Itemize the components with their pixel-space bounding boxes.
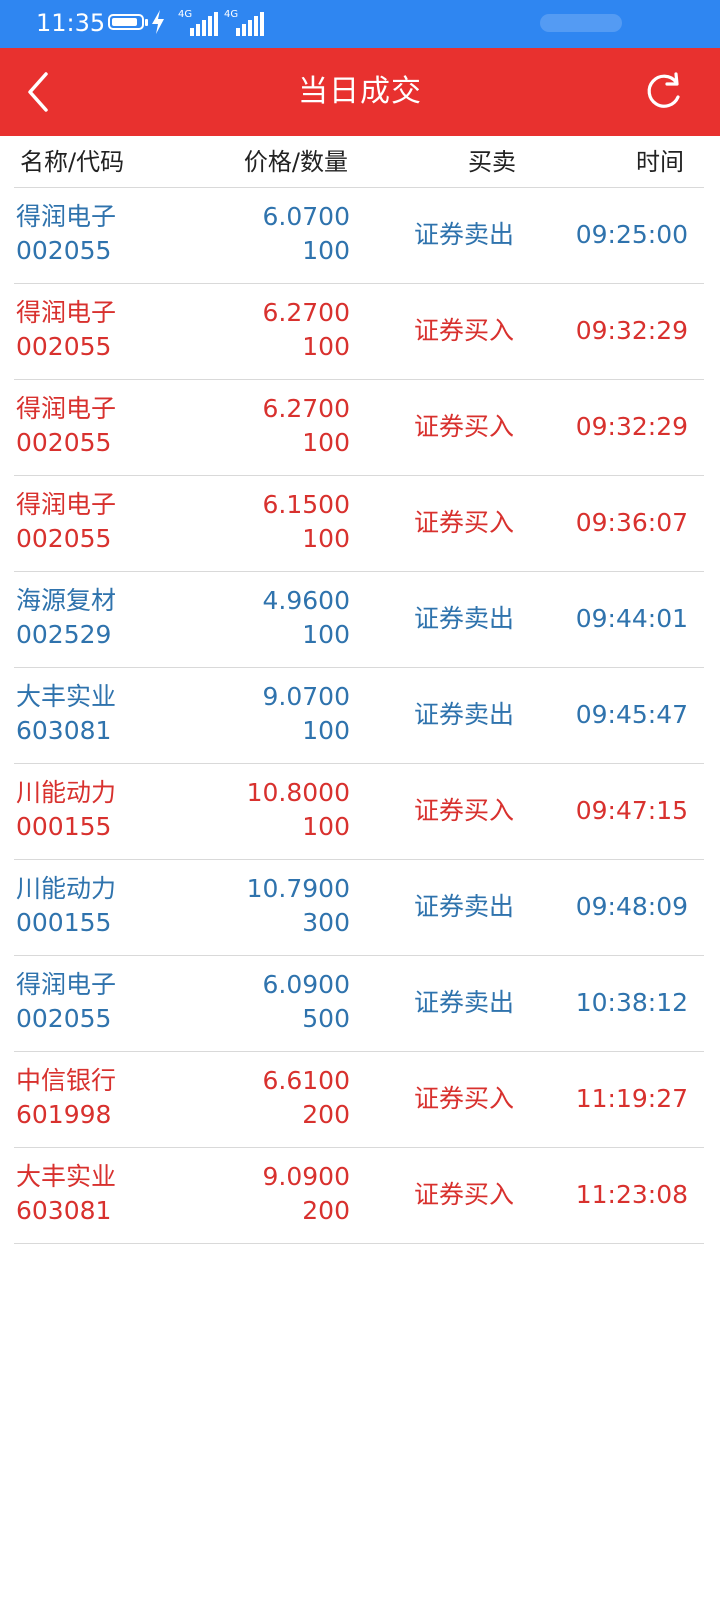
refresh-icon[interactable]: [642, 70, 686, 114]
trade-side: 证券买入: [414, 316, 515, 345]
notification-area: [540, 14, 622, 32]
column-time: 时间: [636, 148, 684, 176]
chevron-left-icon[interactable]: [18, 68, 66, 116]
trade-side: 证券买入: [414, 1084, 515, 1113]
stock-code: 603081: [16, 1196, 112, 1225]
trade-side: 证券卖出: [414, 220, 515, 249]
trade-side: 证券买入: [414, 508, 515, 537]
trade-row[interactable]: 大丰实业 603081 9.0700 100 证券卖出 09:45:47: [0, 668, 720, 764]
stock-name: 大丰实业: [16, 682, 117, 711]
status-bar: 11:35 4G 4G: [0, 0, 720, 48]
stock-code: 002529: [16, 620, 112, 649]
stock-code: 601998: [16, 1100, 112, 1129]
stock-code: 000155: [16, 908, 112, 937]
trade-quantity: 200: [302, 1100, 350, 1129]
trade-quantity: 500: [302, 1004, 350, 1033]
trade-row[interactable]: 川能动力 000155 10.7900 300 证券卖出 09:48:09: [0, 860, 720, 956]
trade-quantity: 100: [302, 620, 350, 649]
stock-code: 002055: [16, 332, 112, 361]
trade-price: 6.0700: [262, 202, 350, 231]
network-type: 4G: [178, 9, 193, 20]
stock-name: 大丰实业: [16, 1162, 117, 1191]
trade-time: 09:44:01: [575, 604, 688, 633]
trade-time: 11:23:08: [575, 1180, 688, 1209]
trade-price: 6.2700: [262, 394, 350, 423]
signal-icon: 4G: [178, 10, 226, 38]
trade-time: 09:25:00: [575, 220, 688, 249]
trade-side: 证券买入: [414, 796, 515, 825]
trade-side: 证券买入: [414, 412, 515, 441]
trade-row[interactable]: 得润电子 002055 6.2700 100 证券买入 09:32:29: [0, 380, 720, 476]
trade-price: 6.0900: [262, 970, 350, 999]
stock-name: 得润电子: [16, 394, 117, 423]
trade-quantity: 100: [302, 812, 350, 841]
battery-level: [112, 18, 138, 26]
app-header: 当日成交: [0, 48, 720, 136]
trade-time: 11:19:27: [575, 1084, 688, 1113]
trade-quantity: 100: [302, 524, 350, 553]
trade-quantity: 200: [302, 1196, 350, 1225]
stock-name: 中信银行: [16, 1066, 117, 1095]
trade-side: 证券卖出: [414, 988, 515, 1017]
trade-time: 09:32:29: [575, 412, 688, 441]
trade-price: 6.1500: [262, 490, 350, 519]
page-title: 当日成交: [298, 74, 422, 109]
stock-name: 川能动力: [16, 874, 117, 903]
stock-name: 得润电子: [16, 298, 117, 327]
trade-row[interactable]: 得润电子 002055 6.2700 100 证券买入 09:32:29: [0, 284, 720, 380]
trade-row[interactable]: 大丰实业 603081 9.0900 200 证券买入 11:23:08: [0, 1148, 720, 1244]
trade-side: 证券卖出: [414, 604, 515, 633]
trade-row[interactable]: 得润电子 002055 6.0700 100 证券卖出 09:25:00: [0, 188, 720, 284]
trade-price: 10.7900: [246, 874, 350, 903]
column-side: 买卖: [468, 148, 516, 176]
status-time: 11:35: [36, 9, 106, 37]
stock-code: 002055: [16, 236, 112, 265]
column-price-qty: 价格/数量: [243, 148, 348, 176]
trade-quantity: 100: [302, 236, 350, 265]
trade-row[interactable]: 海源复材 002529 4.9600 100 证券卖出 09:44:01: [0, 572, 720, 668]
stock-code: 603081: [16, 716, 112, 745]
trade-side: 证券卖出: [414, 700, 515, 729]
trade-quantity: 100: [302, 428, 350, 457]
trade-time: 10:38:12: [575, 988, 688, 1017]
stock-name: 得润电子: [16, 970, 117, 999]
signal-icon: 4G: [224, 10, 272, 38]
stock-name: 海源复材: [16, 586, 117, 615]
trade-price: 10.8000: [246, 778, 350, 807]
stock-name: 川能动力: [16, 778, 117, 807]
trade-time: 09:48:09: [575, 892, 688, 921]
stock-code: 000155: [16, 812, 112, 841]
trade-time: 09:47:15: [575, 796, 688, 825]
trade-quantity: 100: [302, 716, 350, 745]
charging-icon: [152, 10, 164, 34]
trade-row[interactable]: 得润电子 002055 6.1500 100 证券买入 09:36:07: [0, 476, 720, 572]
trade-time: 09:45:47: [575, 700, 688, 729]
stock-code: 002055: [16, 428, 112, 457]
trade-price: 6.2700: [262, 298, 350, 327]
stock-name: 得润电子: [16, 490, 117, 519]
stock-code: 002055: [16, 524, 112, 553]
trade-price: 6.6100: [262, 1066, 350, 1095]
trade-time: 09:32:29: [575, 316, 688, 345]
stock-code: 002055: [16, 1004, 112, 1033]
trade-price: 9.0700: [262, 682, 350, 711]
column-name-code: 名称/代码: [20, 148, 125, 176]
trade-row[interactable]: 得润电子 002055 6.0900 500 证券卖出 10:38:12: [0, 956, 720, 1052]
trade-side: 证券卖出: [414, 892, 515, 921]
trade-quantity: 300: [302, 908, 350, 937]
battery-icon: [108, 14, 148, 30]
stock-name: 得润电子: [16, 202, 117, 231]
trade-time: 09:36:07: [575, 508, 688, 537]
trade-price: 4.9600: [262, 586, 350, 615]
trade-side: 证券买入: [414, 1180, 515, 1209]
network-type: 4G: [224, 9, 239, 20]
trade-row[interactable]: 川能动力 000155 10.8000 100 证券买入 09:47:15: [0, 764, 720, 860]
trade-row[interactable]: 中信银行 601998 6.6100 200 证券买入 11:19:27: [0, 1052, 720, 1148]
column-header: 名称/代码 价格/数量 买卖 时间: [0, 136, 720, 188]
trade-list: 得润电子 002055 6.0700 100 证券卖出 09:25:00 得润电子 00205…: [0, 188, 720, 1244]
trade-quantity: 100: [302, 332, 350, 361]
trade-price: 9.0900: [262, 1162, 350, 1191]
